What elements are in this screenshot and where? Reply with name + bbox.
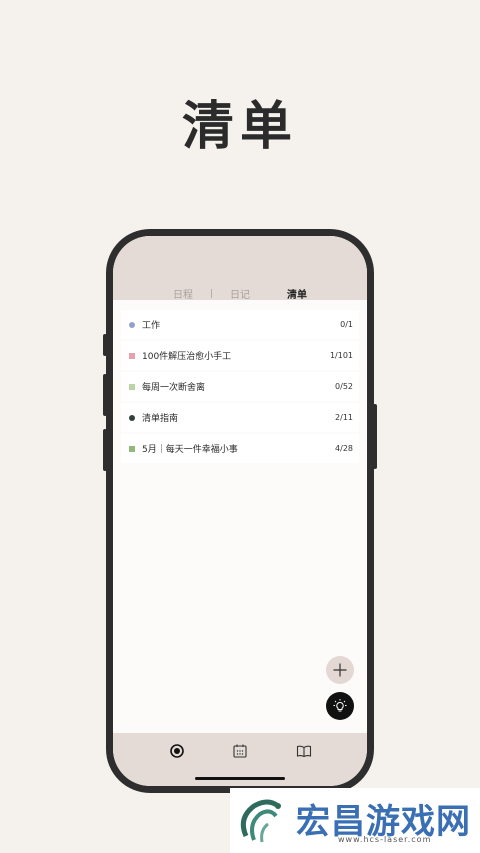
mute-button — [103, 334, 107, 356]
list-item[interactable]: 工作 0/1 — [121, 310, 359, 339]
phone-frame: 日程 日记 清单 工作 0/1 100件解压治愈小手工 1/101 每周一次断舍… — [103, 229, 377, 793]
list-color-marker — [129, 352, 135, 359]
list-item-progress: 2/11 — [335, 413, 353, 422]
bottom-nav — [113, 733, 367, 786]
list-item-title: 每周一次断舍离 — [142, 383, 206, 393]
list-item-progress: 0/1 — [340, 320, 353, 329]
list-item-progress: 0/52 — [335, 382, 353, 391]
tab-checklist[interactable]: 清单 — [269, 286, 325, 301]
volume-up-button — [103, 374, 107, 416]
power-button — [373, 404, 377, 469]
tab-diary[interactable]: 日记 — [212, 286, 268, 301]
checklist-list: 工作 0/1 100件解压治愈小手工 1/101 每周一次断舍离 0/52 清单… — [121, 310, 359, 465]
home-indicator — [195, 777, 285, 780]
list-item-title: 清单指南 — [142, 414, 179, 424]
watermark-url: www.hcs-laser.com — [338, 835, 432, 844]
book-icon[interactable] — [296, 743, 312, 759]
top-bar: 日程 日记 清单 — [113, 236, 367, 301]
list-item[interactable]: 100件解压治愈小手工 1/101 — [121, 341, 359, 370]
watermark: 宏昌游戏网 www.hcs-laser.com — [230, 788, 480, 853]
lightbulb-icon — [333, 699, 347, 712]
list-item-title: 100件解压治愈小手工 — [142, 352, 232, 362]
list-color-marker — [129, 445, 135, 452]
inspiration-button[interactable] — [326, 692, 354, 720]
list-color-marker — [129, 321, 135, 328]
list-item[interactable]: 每周一次断舍离 0/52 — [121, 372, 359, 401]
list-item-progress: 4/28 — [335, 444, 353, 453]
list-item-progress: 1/101 — [329, 351, 353, 360]
plus-icon — [333, 663, 347, 677]
list-item-title: 工作 — [142, 321, 161, 331]
list-item[interactable]: 5月｜每天一件幸福小事 4/28 — [121, 434, 359, 463]
volume-down-button — [103, 429, 107, 471]
page-title: 清单 — [181, 96, 298, 157]
add-list-button[interactable] — [326, 656, 354, 684]
dragon-logo-icon — [240, 799, 281, 843]
list-item[interactable]: 清单指南 2/11 — [121, 403, 359, 432]
app-screen: 日程 日记 清单 工作 0/1 100件解压治愈小手工 1/101 每周一次断舍… — [113, 236, 367, 786]
calendar-icon[interactable] — [232, 743, 248, 759]
list-color-marker — [129, 383, 135, 390]
tab-bar: 日程 日记 清单 — [113, 286, 367, 301]
list-color-marker — [129, 414, 135, 421]
tab-schedule[interactable]: 日程 — [155, 286, 211, 301]
list-item-title: 5月｜每天一件幸福小事 — [142, 445, 238, 455]
circle-dot-icon[interactable] — [169, 743, 185, 759]
